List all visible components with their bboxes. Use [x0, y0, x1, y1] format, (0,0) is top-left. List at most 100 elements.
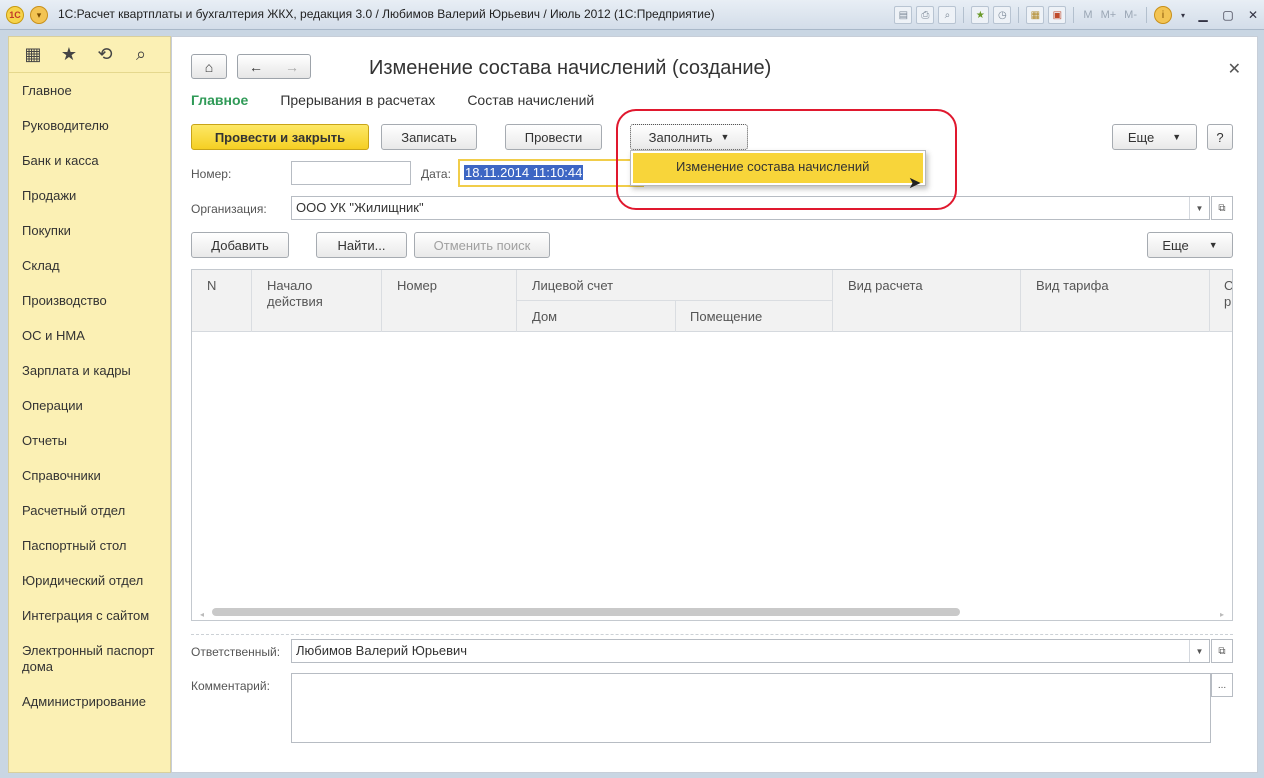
toolbar-separator: [1146, 7, 1147, 23]
close-form-icon[interactable]: ✕: [1228, 59, 1241, 79]
favorites-icon[interactable]: ★: [971, 6, 990, 24]
add-row-button[interactable]: Добавить: [191, 232, 289, 258]
save-icon[interactable]: ▤: [894, 6, 913, 24]
scroll-right-icon[interactable]: ▸: [1220, 610, 1224, 619]
section-item[interactable]: Руководителю: [9, 108, 170, 143]
column-divider: [381, 270, 382, 332]
forward-arrow-icon[interactable]: →: [285, 59, 299, 75]
section-item[interactable]: Расчетный отдел: [9, 493, 170, 528]
chevron-down-icon[interactable]: ▼: [1189, 640, 1209, 662]
memory-minus-button[interactable]: M-: [1124, 9, 1137, 21]
number-field[interactable]: [291, 161, 411, 185]
back-arrow-icon[interactable]: ←: [249, 59, 263, 75]
open-responsible-icon[interactable]: ⧉: [1211, 639, 1233, 663]
column-header-house[interactable]: Дом: [532, 309, 557, 325]
window-titlebar: 1С ▾ 1С:Расчет квартплаты и бухгалтерия …: [0, 0, 1264, 30]
column-header-start-date[interactable]: Начало действия: [267, 278, 347, 310]
chevron-down-icon[interactable]: ▼: [1189, 197, 1209, 219]
toolbar-separator: [1073, 7, 1075, 23]
calendar-icon[interactable]: ▣: [1048, 6, 1067, 24]
number-label: Номер:: [191, 167, 232, 181]
toolbar-separator: [1018, 7, 1020, 23]
tab-charges[interactable]: Состав начислений: [467, 92, 594, 108]
help-button[interactable]: ?: [1207, 124, 1233, 150]
grid-menu-icon[interactable]: ▦: [15, 40, 51, 70]
history-icon[interactable]: ◷: [993, 6, 1012, 24]
section-divider: [191, 634, 1233, 635]
maximize-icon[interactable]: ▢: [1217, 5, 1239, 25]
sections-list: Главное Руководителю Банк и касса Продаж…: [9, 73, 170, 719]
column-header-number[interactable]: Номер: [397, 278, 437, 294]
section-item[interactable]: Покупки: [9, 213, 170, 248]
find-button[interactable]: Найти...: [316, 232, 407, 258]
section-item[interactable]: Отчеты: [9, 423, 170, 458]
memory-plus-button[interactable]: M+: [1101, 9, 1117, 21]
section-item[interactable]: Операции: [9, 388, 170, 423]
column-header-truncated[interactable]: С р: [1224, 278, 1232, 310]
responsible-field[interactable]: Любимов Валерий Юрьевич ▼: [291, 639, 1210, 663]
column-header-account[interactable]: Лицевой счет: [532, 278, 613, 294]
home-button[interactable]: ⌂: [191, 54, 227, 79]
info-icon[interactable]: i: [1154, 6, 1172, 24]
column-divider: [251, 270, 252, 332]
section-item[interactable]: Юридический отдел: [9, 563, 170, 598]
form-tabs: Главное Прерывания в расчетах Состав нач…: [191, 92, 594, 108]
cancel-search-button[interactable]: Отменить поиск: [414, 232, 550, 258]
section-item[interactable]: Справочники: [9, 458, 170, 493]
minimize-icon[interactable]: ▁: [1192, 5, 1214, 25]
section-item[interactable]: ОС и НМА: [9, 318, 170, 353]
section-item[interactable]: Банк и касса: [9, 143, 170, 178]
chevron-down-icon: ▼: [1172, 132, 1182, 142]
section-item[interactable]: Зарплата и кадры: [9, 353, 170, 388]
column-header-room[interactable]: Помещение: [690, 309, 762, 325]
sections-panel: ▦ ★ ⟲ ⌕ Главное Руководителю Банк и касс…: [8, 36, 171, 773]
responsible-label: Ответственный:: [191, 645, 281, 659]
preview-icon[interactable]: ⌕: [938, 6, 957, 24]
search-icon[interactable]: ⌕: [123, 40, 159, 70]
section-item[interactable]: Администрирование: [9, 684, 170, 719]
horizontal-scrollbar[interactable]: [212, 608, 960, 616]
favorites-star-icon[interactable]: ★: [51, 40, 87, 70]
post-and-close-button[interactable]: Провести и закрыть: [191, 124, 369, 150]
table-more-button[interactable]: Еще ▼: [1147, 232, 1233, 258]
info-dropdown-icon[interactable]: ▾: [1177, 5, 1189, 25]
open-organization-icon[interactable]: ⧉: [1211, 196, 1233, 220]
home-icon: ⌂: [204, 58, 214, 75]
section-item[interactable]: Паспортный стол: [9, 528, 170, 563]
section-item[interactable]: Интеграция с сайтом: [9, 598, 170, 633]
calculator-icon[interactable]: ▦: [1026, 6, 1045, 24]
organization-label: Организация:: [191, 202, 267, 216]
column-header-n[interactable]: N: [207, 278, 216, 294]
close-window-icon[interactable]: ✕: [1242, 5, 1264, 25]
date-value: 18.11.2014 11:10:44: [464, 165, 584, 180]
post-button[interactable]: Провести: [505, 124, 602, 150]
section-item[interactable]: Электронный паспорт дома: [9, 633, 170, 684]
form-title: Изменение состава начислений (создание): [369, 57, 772, 79]
column-header-tariff-type[interactable]: Вид тарифа: [1036, 278, 1109, 294]
table-header: N Начало действия Номер Лицевой счет Дом…: [192, 270, 1232, 332]
memory-button[interactable]: M: [1083, 9, 1092, 21]
red-annotation-outline: [616, 109, 957, 210]
comment-textarea[interactable]: [291, 673, 1211, 743]
history-icon[interactable]: ⟲: [87, 40, 123, 70]
print-icon[interactable]: ⎙: [916, 6, 935, 24]
section-item[interactable]: Продажи: [9, 178, 170, 213]
date-label: Дата:: [421, 167, 451, 181]
more-actions-button[interactable]: Еще ▼: [1112, 124, 1197, 150]
column-divider: [832, 270, 833, 332]
scroll-left-icon[interactable]: ◂: [200, 610, 204, 619]
organization-value: ООО УК "Жилищник": [296, 200, 424, 215]
comment-edit-button[interactable]: ...: [1211, 673, 1233, 697]
column-divider: [1209, 270, 1210, 332]
header-divider: [516, 300, 832, 301]
tab-main[interactable]: Главное: [191, 92, 248, 108]
column-header-calc-type[interactable]: Вид расчета: [848, 278, 923, 294]
tab-interruptions[interactable]: Прерывания в расчетах: [280, 92, 435, 108]
section-item[interactable]: Производство: [9, 283, 170, 318]
section-item[interactable]: Склад: [9, 248, 170, 283]
charges-table[interactable]: N Начало действия Номер Лицевой счет Дом…: [191, 269, 1233, 621]
save-button[interactable]: Записать: [381, 124, 477, 150]
section-item[interactable]: Главное: [9, 73, 170, 108]
more-actions-label: Еще: [1127, 129, 1155, 145]
main-menu-icon[interactable]: ▾: [30, 6, 48, 24]
